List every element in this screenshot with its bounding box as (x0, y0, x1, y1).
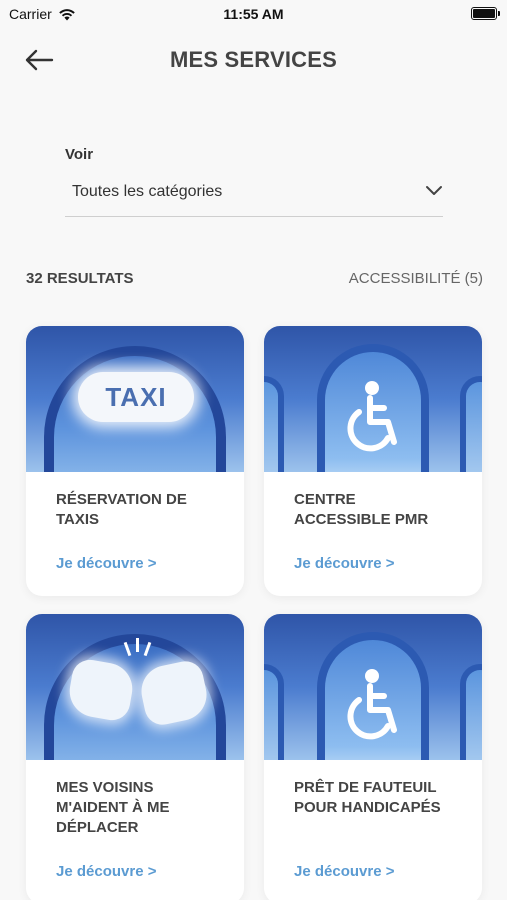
taxi-image: TAXI (26, 326, 244, 472)
service-title: RÉSERVATION DE TAXIS (56, 491, 187, 528)
discover-link[interactable]: Je découvre > (56, 863, 156, 880)
chevron-down-icon (426, 186, 442, 195)
service-title: CENTRE ACCESSIBLE PMR (294, 491, 429, 528)
wheelchair-icon (347, 669, 397, 740)
category-select-value: Toutes les catégories (72, 183, 223, 200)
taxi-sign-text: TAXI (105, 382, 167, 412)
results-count: 32 RESULTATS (26, 270, 134, 287)
discover-link[interactable]: Je découvre > (294, 863, 394, 880)
filter-label: Voir (65, 146, 94, 163)
wheelchair-loan-image (264, 614, 482, 760)
neighbours-image (26, 614, 244, 760)
discover-link[interactable]: Je découvre > (56, 555, 156, 572)
accessibility-filter-tag[interactable]: ACCESSIBILITÉ (5) (349, 270, 483, 287)
wheelchair-icon (347, 381, 397, 452)
service-title: PRÊT DE FAUTEUIL POUR HANDICAPÉS (294, 779, 441, 816)
service-title: MES VOISINS M'AIDENT À ME DÉPLACER (56, 779, 170, 836)
service-card[interactable]: PRÊT DE FAUTEUIL POUR HANDICAPÉS Je déco… (264, 614, 482, 900)
page-title: MES SERVICES (169, 47, 338, 72)
discover-link[interactable]: Je découvre > (294, 555, 394, 572)
battery-icon (471, 7, 500, 20)
category-filter: Voir Toutes les catégories (65, 146, 443, 217)
service-card[interactable]: CENTRE ACCESSIBLE PMR Je découvre > (264, 326, 482, 596)
service-card[interactable]: MES VOISINS M'AIDENT À ME DÉPLACER Je dé… (26, 614, 244, 900)
header: MES SERVICES (0, 40, 507, 80)
accessible-centre-image (264, 326, 482, 472)
service-card[interactable]: TAXI RÉSERVATION DE TAXIS Je découvre > (26, 326, 244, 596)
status-bar: Carrier 11:55 AM (0, 0, 507, 28)
category-select[interactable]: Toutes les catégories (65, 177, 443, 217)
results-bar: 32 RESULTATS ACCESSIBILITÉ (5) (26, 270, 483, 290)
status-time: 11:55 AM (223, 6, 284, 22)
